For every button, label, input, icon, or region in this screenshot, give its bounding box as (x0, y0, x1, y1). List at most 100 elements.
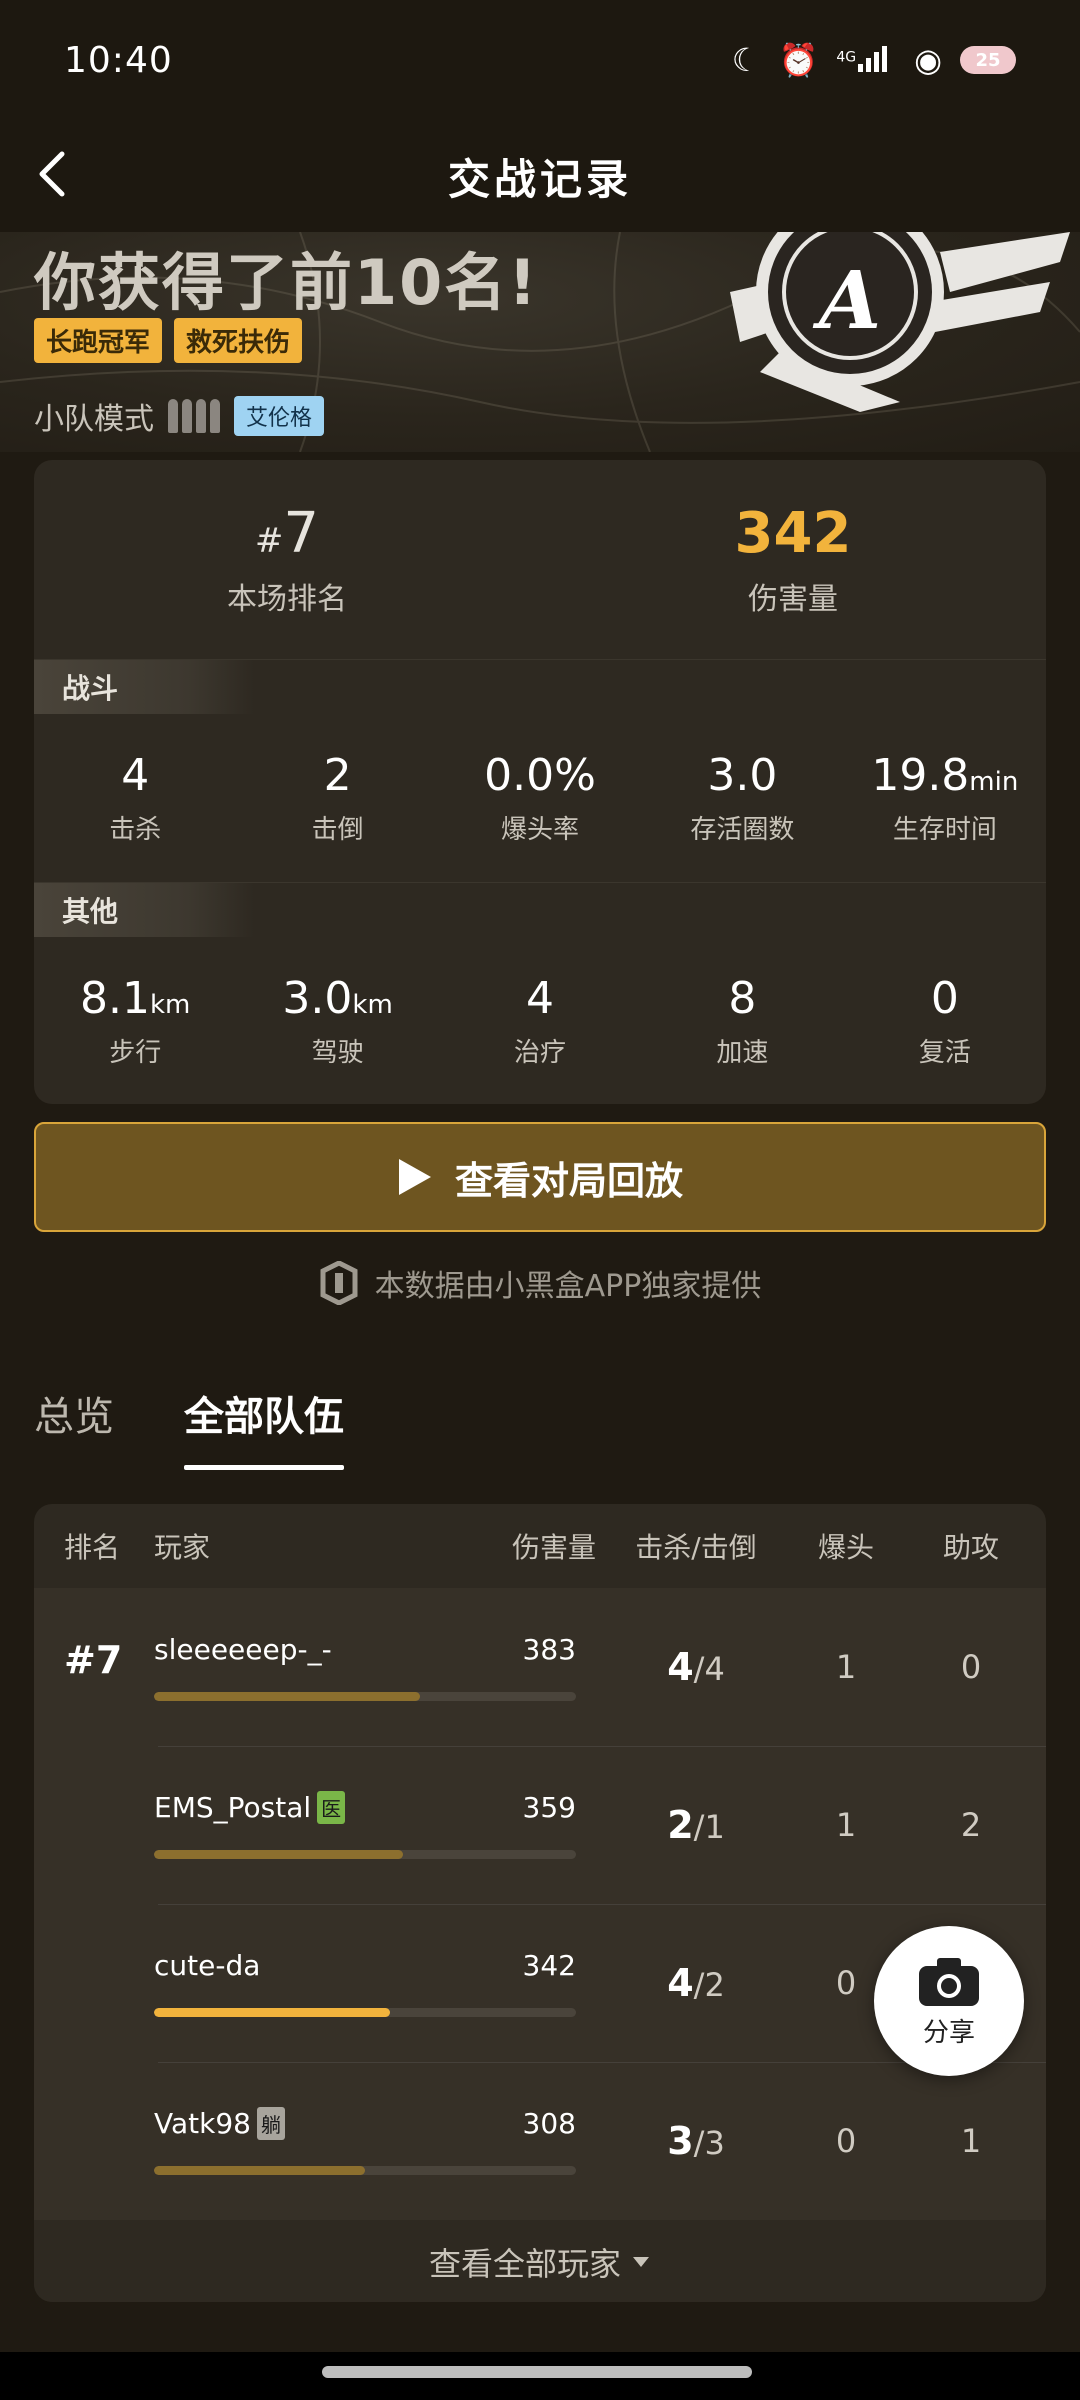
summary-stats: #7 本场排名 342 伤害量 (34, 460, 1046, 660)
medic-badge: 医 (317, 1791, 346, 1824)
stat-label: 治疗 (514, 1038, 567, 1068)
caret-down-icon (633, 2257, 649, 2267)
wifi-icon: ◉ (914, 41, 942, 79)
player-name-wrap: EMS_Postal 医 (154, 1791, 346, 1824)
status-time: 10:40 (64, 39, 173, 81)
tab-overview[interactable]: 总览 (34, 1384, 114, 1470)
rank-value-wrap: #7 (254, 501, 320, 566)
kill-knock: 4/2 (667, 1961, 725, 2005)
table-header: 排名 玩家 伤害量 击杀/击倒 爆头 助攻 (34, 1504, 1046, 1588)
table-body: #7 sleeeeeep-_- 383 4/4 1 0 EMS_Postal 医 … (34, 1588, 1046, 2220)
kill-knock: 3/3 (667, 2119, 725, 2163)
stat-cell: 0.0% 爆头率 (439, 750, 641, 846)
achievement-tags: 长跑冠军 救死扶伤 (34, 318, 303, 363)
share-label: 分享 (922, 2017, 975, 2048)
damage-bar (154, 1692, 576, 1701)
map-tag: 艾伦格 (234, 396, 325, 436)
tabs: 总览 全部队伍 (34, 1384, 344, 1470)
data-source: 本数据由小黑盒APP独家提供 (0, 1258, 1080, 1308)
stat-cell: 3.0 存活圈数 (641, 750, 843, 846)
source-text: 本数据由小黑盒APP独家提供 (374, 1269, 762, 1304)
replay-button[interactable]: 查看对局回放 (34, 1122, 1046, 1232)
stat-label: 复活 (918, 1038, 971, 1068)
stat-value: 2 (323, 750, 352, 801)
table-row[interactable]: Vatk98 躺 308 3/3 0 1 (34, 2062, 1046, 2220)
view-all-label: 查看全部玩家 (428, 2245, 621, 2283)
player-cell: sleeeeeep-_- 383 (154, 1633, 596, 1701)
player-assists: 1 (960, 2122, 982, 2160)
stat-label: 爆头率 (501, 815, 580, 845)
badge-letter: A (812, 253, 881, 347)
header-headshot: 爆头 (817, 1531, 874, 1564)
other-stats: 8.1km 步行 3.0km 驾驶 4 治疗 8 加速 0 复活 (34, 937, 1046, 1104)
stat-value: 3.0 (282, 973, 353, 1024)
stat-label: 加速 (716, 1038, 769, 1068)
share-button[interactable]: 分享 (874, 1926, 1024, 2076)
damage-label: 伤害量 (748, 582, 838, 617)
view-all-players-button[interactable]: 查看全部玩家 (34, 2220, 1046, 2302)
status-bar: 10:40 ☾ ⏰ 4G ◉ 25 (0, 0, 1080, 120)
kill-knock: 2/1 (667, 1803, 725, 1847)
back-button[interactable] (22, 142, 86, 206)
other-section-title: 其他 (34, 883, 254, 937)
stat-cell: 8 加速 (641, 973, 843, 1069)
result-title: 你获得了前10名! (34, 246, 539, 319)
kill-knock: 4/4 (667, 1645, 725, 1689)
team-table: 排名 玩家 伤害量 击杀/击倒 爆头 助攻 #7 sleeeeeep-_- 38… (34, 1504, 1046, 2302)
stat-cell: 4 击杀 (34, 750, 236, 846)
player-headshots: 0 (835, 2122, 857, 2160)
stat-value: 4 (526, 973, 555, 1024)
player-damage: 359 (522, 1791, 576, 1824)
header-rank: 排名 (64, 1531, 121, 1564)
stat-label: 击杀 (109, 815, 162, 845)
player-cell: EMS_Postal 医 359 (154, 1791, 596, 1859)
combat-stats: 4 击杀 2 击倒 0.0% 爆头率 3.0 存活圈数 19.8min 生存时间 (34, 714, 1046, 882)
table-row[interactable]: #7 sleeeeeep-_- 383 4/4 1 0 (34, 1588, 1046, 1746)
table-row[interactable]: EMS_Postal 医 359 2/1 1 2 (34, 1746, 1046, 1904)
rank-value: 7 (283, 501, 320, 566)
damage-bar-fill (154, 1692, 420, 1701)
player-name: Vatk98 (154, 2107, 251, 2140)
player-headshots: 1 (835, 1806, 857, 1844)
header-assist: 助攻 (942, 1531, 999, 1564)
alarm-icon: ⏰ (778, 41, 819, 79)
moon-icon: ☾ (731, 41, 761, 79)
team-rank: #7 (64, 1638, 123, 1682)
player-cell: cute-da 342 (154, 1949, 596, 2017)
mode-row: 小队模式 艾伦格 (34, 394, 325, 438)
app-header: 交战记录 (0, 120, 1080, 232)
network-label: 4G (836, 49, 857, 66)
lying-badge: 躺 (256, 2107, 285, 2140)
stat-cell: 8.1km 步行 (80, 973, 191, 1068)
tab-all-teams[interactable]: 全部队伍 (184, 1384, 344, 1470)
player-damage: 308 (522, 2107, 576, 2140)
page-title: 交战记录 (447, 154, 632, 204)
home-indicator[interactable] (322, 2366, 752, 2378)
damage-value: 342 (734, 501, 852, 566)
player-name-wrap: Vatk98 躺 (154, 2107, 285, 2140)
rank-label: 本场排名 (227, 582, 347, 617)
stat-cell: 3.0km 驾驶 (282, 973, 393, 1068)
player-damage: 342 (522, 1949, 576, 1982)
player-headshots: 1 (835, 1648, 857, 1686)
player-assists: 0 (960, 1648, 982, 1686)
stat-label: 击倒 (311, 815, 364, 845)
header-player: 玩家 (154, 1531, 211, 1564)
play-icon (398, 1159, 431, 1195)
damage-bar (154, 2008, 576, 2017)
stat-value: 8.1 (80, 973, 150, 1024)
damage-stat: 342 伤害量 (540, 460, 1046, 659)
combat-section-title: 战斗 (34, 660, 254, 714)
player-assists: 2 (960, 1806, 982, 1844)
camera-icon (919, 1957, 979, 2006)
player-name: EMS_Postal (154, 1791, 312, 1824)
stat-label: 驾驶 (311, 1038, 364, 1068)
chevron-left-icon (39, 151, 65, 197)
damage-bar-fill (154, 1850, 403, 1859)
achievement-tag: 救死扶伤 (174, 318, 303, 363)
stat-label: 存活圈数 (690, 815, 795, 845)
stat-value: 3.0 (707, 750, 778, 801)
stat-cell: 0 复活 (844, 973, 1046, 1069)
stat-value: 0 (930, 973, 959, 1024)
player-name: cute-da (154, 1949, 261, 1982)
